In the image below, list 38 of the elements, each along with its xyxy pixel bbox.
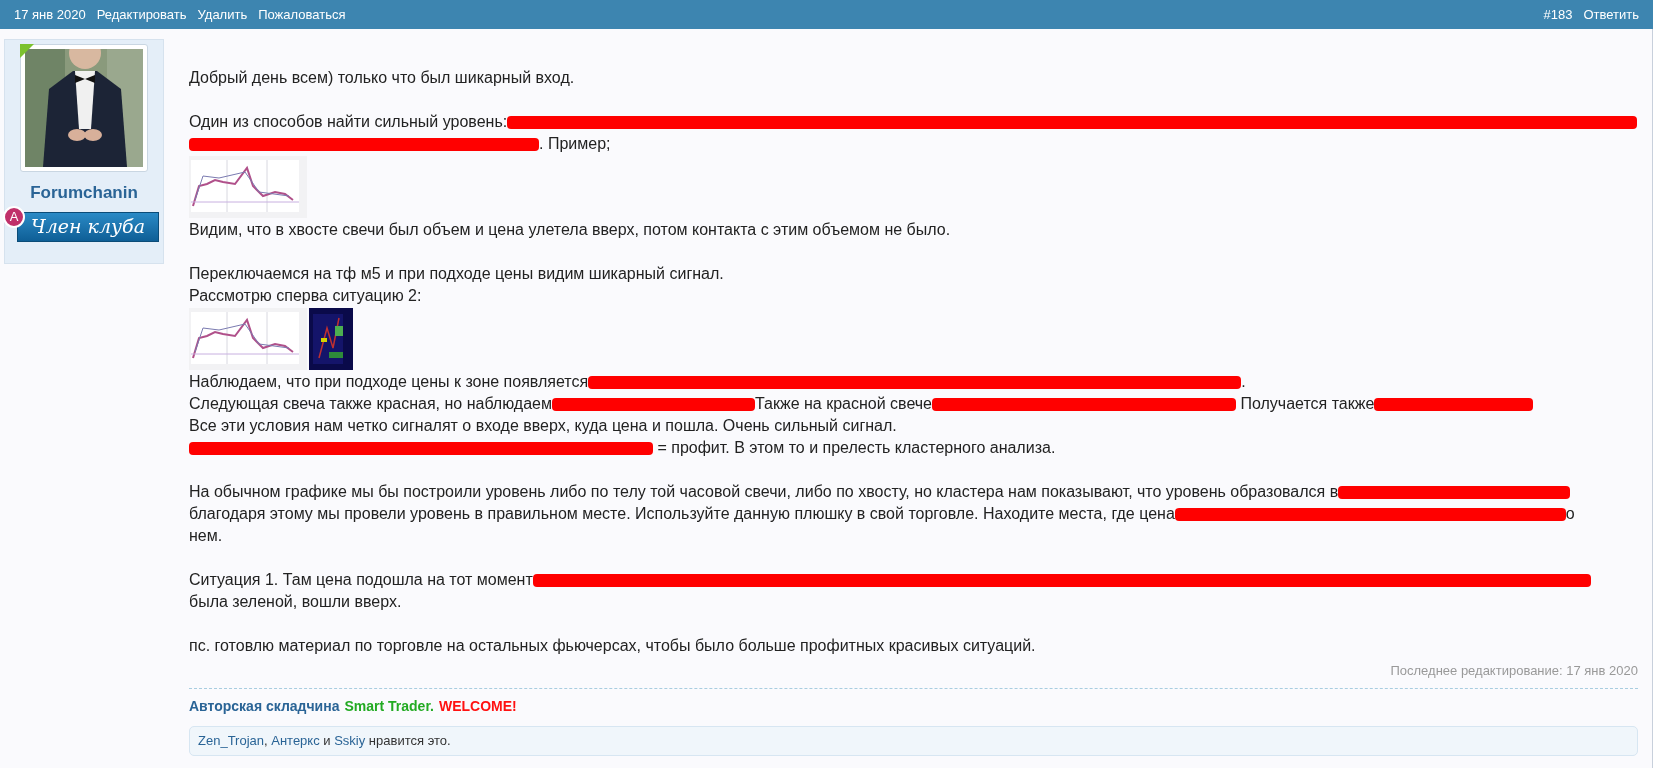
last-edited-note: Последнее редактирование: 17 янв 2020 <box>1390 662 1638 680</box>
badge-letter: A <box>3 205 25 228</box>
post-number-link[interactable]: #183 <box>1543 4 1573 25</box>
post-text: Рассмотрю сперва ситуацию 2: <box>189 287 422 304</box>
signature-text: WELCOME! <box>438 697 517 716</box>
user-link[interactable]: Sskiy <box>334 733 366 748</box>
username-link[interactable]: Forumchanin <box>30 180 138 206</box>
post-text: пс. готовлю материал по торговле на остальных фьючерсах, чтобы было больше профитных красивых ситуаций. <box>189 637 1036 654</box>
post-text: Ситуация 1. Там цена подошла на тот момент <box>189 571 533 588</box>
post-text: Также на красной свече <box>754 395 932 412</box>
post-text: . <box>1241 373 1246 390</box>
post-text: Видим, что в хвосте свечи был объем и цена улетела вверх, потом контакта с этим объемом не было. <box>189 221 951 238</box>
post-text: Добрый день всем) только что был шикарный вход. <box>189 69 575 86</box>
post-text: . Пример; <box>539 135 611 152</box>
member-badge: Член клуба <box>17 211 159 242</box>
post-text: была зеленой, вошли вверх. <box>189 593 402 610</box>
corner-mark-icon <box>20 44 34 58</box>
post-text: о <box>1565 505 1575 522</box>
post-text: Один из способов найти сильный уровень: <box>189 113 508 130</box>
post-text: = профит. В этом то и прелесть кластерного анализа. <box>656 439 1056 456</box>
post-text: Получается также <box>1239 395 1375 412</box>
reply-link[interactable]: Ответить <box>1583 4 1639 25</box>
user-link[interactable]: Антеркс <box>271 733 320 748</box>
post-text: Следующая свеча также красная, но наблюдаем <box>189 395 552 412</box>
post-action-link[interactable]: Редактировать <box>96 4 187 25</box>
post-text: На обычном графике мы бы построили уровень либо по телу той часовой свечи, либо по хвосту, но кластера нам показывают, что уровень образовался в <box>189 483 1339 500</box>
post-action-link[interactable]: Удалить <box>197 4 248 25</box>
post-text: Переключаемся на тф м5 и при подходе цены видим шикарный сигнал. <box>189 265 724 282</box>
signature-text: Авторская складчина <box>189 697 340 716</box>
post-text: благодаря этому мы провели уровень в правильном месте. Используйте данную плюшку в свой торговле. Находите места, где цена <box>189 505 1175 522</box>
user-link[interactable]: Zen_Trojan <box>198 733 264 748</box>
post-action-link[interactable]: Пожаловаться <box>258 4 346 25</box>
likes-text: Zen_Trojan, Антеркс и Sskiy нравится это. <box>198 732 451 750</box>
post-text: нем. <box>189 527 223 544</box>
post-text: Наблюдаем, что при подходе цены к зоне появляется <box>189 373 589 390</box>
post-text: Все эти условия нам четко сигналят о входе вверх, куда цена и пошла. Очень сильный сигнал. <box>189 417 897 434</box>
signature-text: Smart Trader. <box>344 697 434 716</box>
post-date-link[interactable]: 17 янв 2020 <box>14 4 86 25</box>
